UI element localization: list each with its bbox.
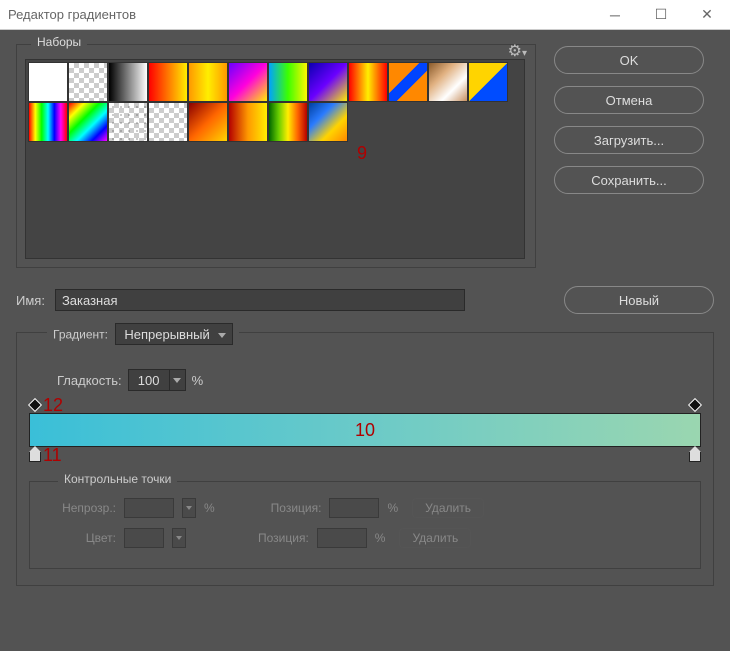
- new-button[interactable]: Новый: [564, 286, 714, 314]
- smoothness-input[interactable]: [129, 370, 169, 390]
- color-position-input: [317, 528, 367, 548]
- preset-swatch[interactable]: [188, 102, 228, 142]
- button-column: OK Отмена Загрузить... Сохранить...: [554, 46, 704, 268]
- preset-swatch[interactable]: [68, 102, 108, 142]
- ok-button[interactable]: OK: [554, 46, 704, 74]
- presets-panel: Наборы ⚙▾ 9: [16, 44, 536, 268]
- opacity-position-input: [329, 498, 379, 518]
- delete-opacity-stop-button: Удалить: [412, 498, 484, 518]
- preset-swatch[interactable]: [108, 62, 148, 102]
- preset-swatch[interactable]: [308, 102, 348, 142]
- smoothness-row: Гладкость: %: [57, 369, 701, 391]
- color-label: Цвет:: [46, 531, 116, 545]
- gear-icon[interactable]: ⚙▾: [508, 41, 527, 61]
- color-swatch: [124, 528, 164, 548]
- maximize-button[interactable]: ☐: [638, 0, 684, 30]
- titlebar: Редактор градиентов ─ ☐ ✕: [0, 0, 730, 30]
- preset-swatch[interactable]: [28, 62, 68, 102]
- chevron-down-icon[interactable]: [169, 370, 185, 390]
- load-button[interactable]: Загрузить...: [554, 126, 704, 154]
- chevron-down-icon: [172, 528, 186, 548]
- control-points-legend: Контрольные точки: [58, 472, 177, 486]
- color-control-row: Цвет: Позиция: % Удалить: [46, 528, 684, 548]
- name-row: Имя: Новый: [16, 286, 714, 314]
- preset-swatch[interactable]: [428, 62, 468, 102]
- opacity-stop-left[interactable]: [29, 399, 41, 411]
- preset-swatch[interactable]: [468, 62, 508, 102]
- preset-swatch[interactable]: [188, 62, 228, 102]
- preset-swatch[interactable]: [228, 62, 268, 102]
- opacity-label: Непрозр.:: [46, 501, 116, 515]
- close-button[interactable]: ✕: [684, 0, 730, 30]
- color-stop-right[interactable]: [689, 447, 701, 461]
- titlebar-buttons: ─ ☐ ✕: [592, 0, 730, 30]
- preset-swatch[interactable]: [148, 102, 188, 142]
- position-unit: %: [375, 531, 386, 545]
- preset-swatch[interactable]: [108, 102, 148, 142]
- preset-swatch[interactable]: [308, 62, 348, 102]
- control-points-panel: Контрольные точки Непрозр.: % Позиция: %…: [29, 481, 701, 569]
- smoothness-input-wrap: [128, 369, 186, 391]
- delete-color-stop-button: Удалить: [399, 528, 471, 548]
- annotation-11: 11: [43, 445, 62, 466]
- gradient-editor-body: Наборы ⚙▾ 9 OK Отмена Загрузить... Сохра…: [0, 30, 730, 651]
- preset-swatch[interactable]: [268, 62, 308, 102]
- name-input[interactable]: [55, 289, 465, 311]
- smoothness-label: Гладкость:: [57, 373, 122, 388]
- position-unit: %: [387, 501, 398, 515]
- gradient-type-select[interactable]: Непрерывный: [115, 323, 232, 345]
- color-stop-left[interactable]: [29, 447, 41, 461]
- gradient-ramp[interactable]: 10: [29, 413, 701, 447]
- annotation-10: 10: [355, 420, 375, 441]
- opacity-control-row: Непрозр.: % Позиция: % Удалить: [46, 498, 684, 518]
- gradient-panel: Градиент: Непрерывный Гладкость: % 12 10…: [16, 332, 714, 586]
- opacity-unit: %: [204, 501, 215, 515]
- save-button[interactable]: Сохранить...: [554, 166, 704, 194]
- preset-swatch[interactable]: [388, 62, 428, 102]
- opacity-value-input: [124, 498, 174, 518]
- cancel-button[interactable]: Отмена: [554, 86, 704, 114]
- window-title: Редактор градиентов: [8, 7, 136, 22]
- annotation-9: 9: [357, 143, 367, 164]
- preset-swatch[interactable]: [148, 62, 188, 102]
- position-label: Позиция:: [258, 531, 309, 545]
- position-label: Позиция:: [271, 501, 322, 515]
- preset-swatch[interactable]: [348, 62, 388, 102]
- presets-legend: Наборы: [31, 35, 87, 49]
- name-label: Имя:: [16, 293, 45, 308]
- opacity-stop-right[interactable]: [689, 399, 701, 411]
- gradient-legend: Градиент: Непрерывный: [47, 323, 239, 345]
- preset-swatch[interactable]: [228, 102, 268, 142]
- gradient-ramp-area: 12 10 11: [29, 399, 701, 461]
- preset-swatch[interactable]: [28, 102, 68, 142]
- preset-swatch[interactable]: [68, 62, 108, 102]
- color-stop-track: 11: [29, 447, 701, 461]
- minimize-button[interactable]: ─: [592, 0, 638, 30]
- preset-swatch[interactable]: [268, 102, 308, 142]
- preset-grid: 9: [25, 59, 525, 259]
- smoothness-unit: %: [192, 373, 204, 388]
- opacity-stop-track: 12: [29, 399, 701, 413]
- chevron-down-icon: [182, 498, 196, 518]
